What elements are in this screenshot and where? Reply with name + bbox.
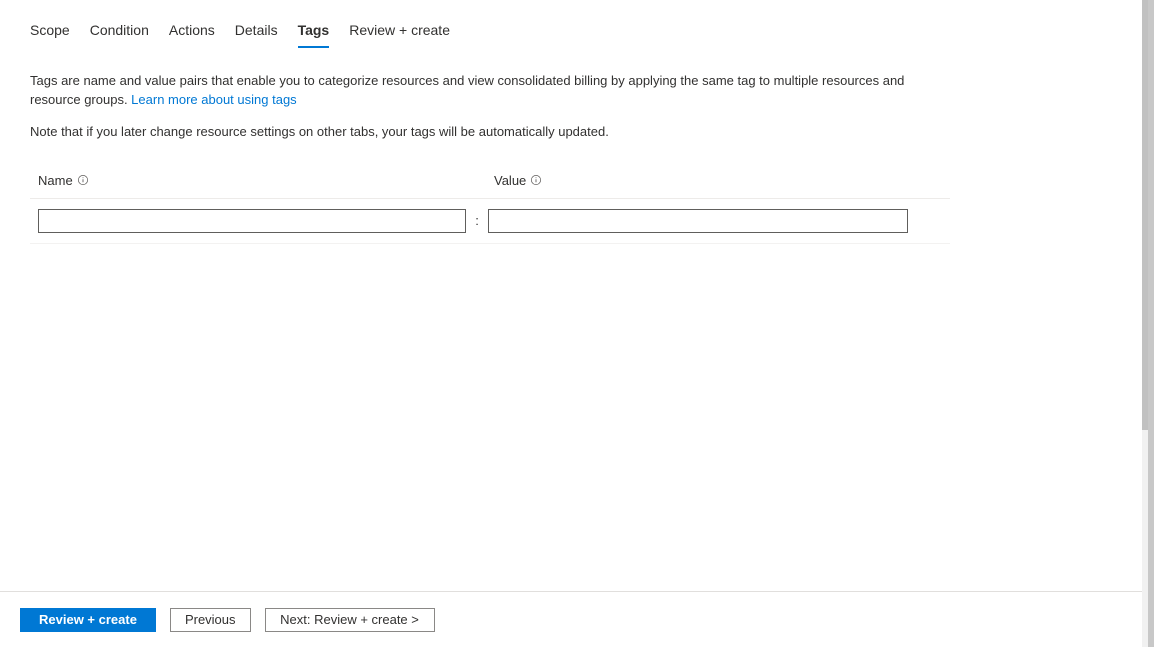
learn-more-link[interactable]: Learn more about using tags [131,92,297,107]
tab-details[interactable]: Details [235,22,278,42]
previous-button[interactable]: Previous [170,608,251,632]
tab-review-create[interactable]: Review + create [349,22,450,42]
info-icon[interactable] [530,174,542,186]
tags-headers: Name Value [30,173,950,199]
review-create-button[interactable]: Review + create [20,608,156,632]
tags-description: Tags are name and value pairs that enabl… [30,72,950,110]
info-icon[interactable] [77,174,89,186]
value-header-label: Value [494,173,526,188]
column-header-value: Value [492,173,950,188]
tag-row: : [30,199,950,244]
tags-table: Name Value [30,173,950,244]
tag-separator: : [466,213,488,228]
tabs-bar: Scope Condition Actions Details Tags Rev… [30,0,1118,48]
tag-value-input[interactable] [488,209,908,233]
tab-actions[interactable]: Actions [169,22,215,42]
tags-note: Note that if you later change resource s… [30,124,950,139]
tab-condition[interactable]: Condition [90,22,149,42]
tab-scope[interactable]: Scope [30,22,70,42]
name-header-label: Name [38,173,73,188]
tab-tags[interactable]: Tags [298,22,330,42]
next-button[interactable]: Next: Review + create > [265,608,435,632]
column-header-name: Name [30,173,476,188]
wizard-footer: Review + create Previous Next: Review + … [0,591,1142,647]
tag-name-input[interactable] [38,209,466,233]
